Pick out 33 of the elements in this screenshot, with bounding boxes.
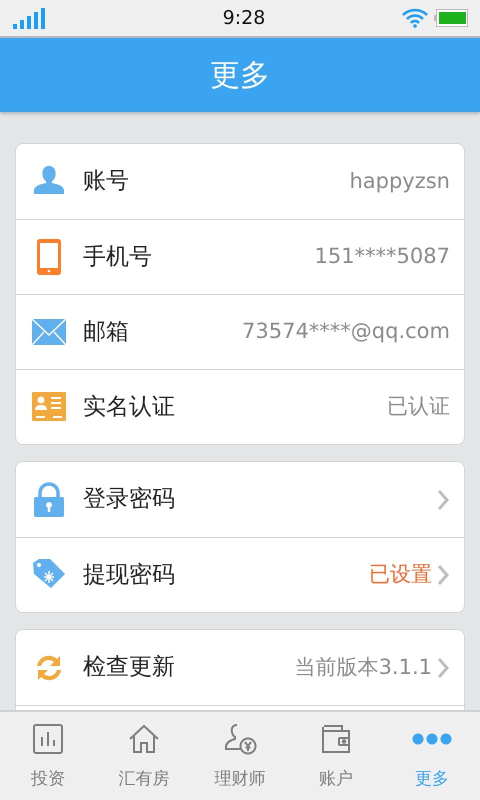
clock-time: 9:28 [222, 6, 266, 31]
row-value: 73574****@qq.com [242, 318, 450, 346]
row-value: 已认证 [387, 393, 450, 420]
lock-icon [31, 482, 67, 518]
row-label: 检查更新 [83, 653, 175, 682]
row-value: 151****5087 [314, 243, 450, 270]
tab-item[interactable]: 理财师 [192, 712, 288, 800]
more-dots-icon [412, 732, 452, 746]
page-title: 更多 [210, 56, 270, 94]
row-label: 实名认证 [83, 392, 175, 422]
settings-row[interactable]: 登录密码 [16, 462, 464, 537]
settings-row[interactable]: 账号 happyzsn [16, 144, 464, 219]
person-coin-icon [223, 722, 257, 756]
bar-chart-icon [31, 722, 65, 756]
row-value: happyzsn [349, 168, 450, 195]
row-label: 账号 [83, 167, 129, 196]
row-label: 登录密码 [83, 485, 175, 514]
row-label: 邮箱 [83, 318, 129, 347]
row-label: 提现密码 [83, 560, 175, 590]
row-value: 当前版本3.1.1 [294, 654, 432, 681]
row-label: 手机号 [83, 242, 152, 272]
settings-row[interactable]: 邮箱 73574****@qq.com [16, 294, 464, 369]
row-value: 已设置 [369, 561, 432, 588]
settings-row[interactable]: 手机号 151****5087 [16, 219, 464, 294]
wifi-icon [402, 8, 428, 28]
tab-item[interactable]: 投资 [0, 712, 96, 800]
tab-item[interactable]: 账户 [288, 712, 384, 800]
battery-icon [434, 8, 468, 28]
settings-row[interactable]: 提现密码 已设置 [16, 537, 464, 612]
tab-item[interactable]: 汇有房 [96, 712, 192, 800]
signal-icon [12, 7, 46, 29]
settings-row[interactable]: 检查更新 当前版本3.1.1 [16, 630, 464, 705]
settings-row[interactable]: 实名认证 已认证 [16, 369, 464, 444]
